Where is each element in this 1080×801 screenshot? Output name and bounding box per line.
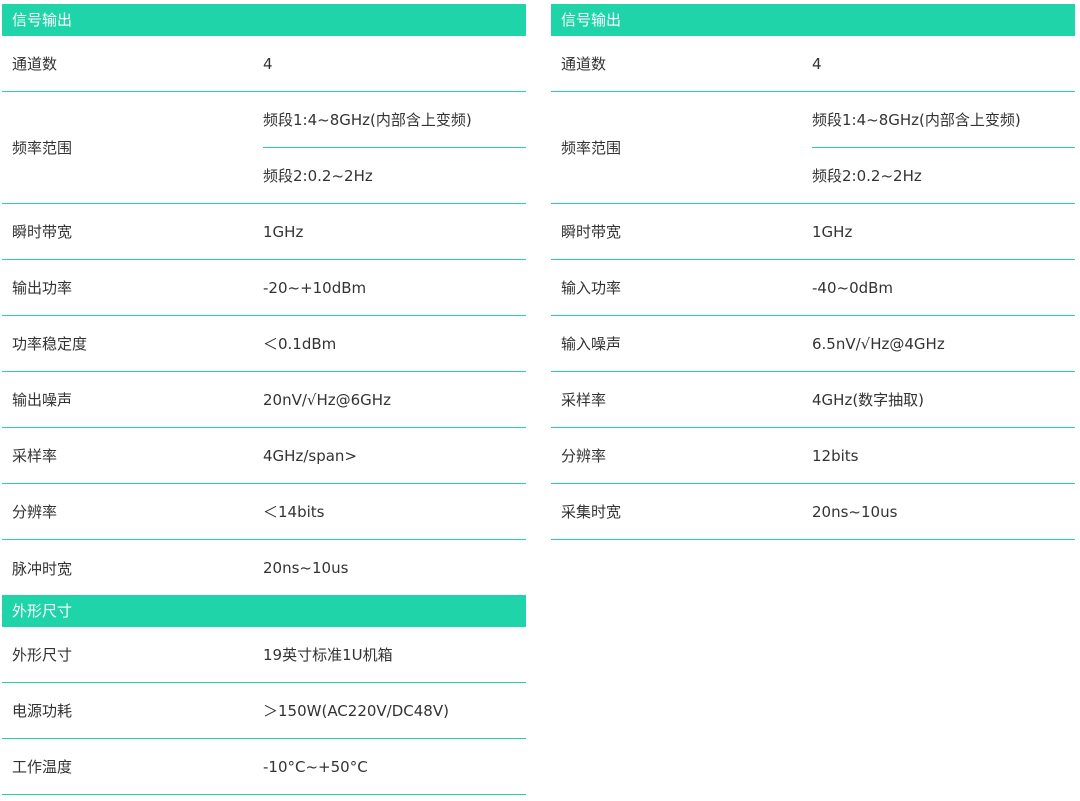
row-value: ＜14bits xyxy=(263,503,325,521)
row-value: 频段2:0.2~2Hz xyxy=(263,166,373,185)
row-label: 通道数 xyxy=(561,55,607,73)
row-value: 频段1:4~8GHz(内部含上变频) xyxy=(812,92,1075,148)
row-label: 瞬时带宽 xyxy=(12,223,73,241)
row-label: 电源功耗 xyxy=(12,702,73,720)
row-label: 分辨率 xyxy=(561,447,607,465)
section-header: 外形尺寸 xyxy=(2,595,526,627)
row-value: 20ns~10us xyxy=(263,559,349,577)
table-row: 采样率 4GHz(数字抽取) xyxy=(551,372,1075,428)
row-label: 频率范围 xyxy=(12,139,73,157)
row-label: 输入功率 xyxy=(561,279,622,297)
row-value-stack: 频段1:4~8GHz(内部含上变频) 频段2:0.2~2Hz xyxy=(812,92,1075,203)
row-value-stack: 频段1:4~8GHz(内部含上变频) 频段2:0.2~2Hz xyxy=(263,92,526,203)
table-row: 通道数 4 xyxy=(551,36,1075,92)
row-value: 频段1:4~8GHz(内部含上变频) xyxy=(263,92,526,148)
table-row: 瞬时带宽 1GHz xyxy=(2,204,526,260)
row-value: 频段2:0.2~2Hz xyxy=(812,166,922,185)
row-value: 4GHz(数字抽取) xyxy=(812,391,925,409)
signal-output-panel-right: 信号输出 通道数 4 频率范围 频段1:4~8GHz(内部含上变频) 频段2:0… xyxy=(551,4,1075,540)
row-label: 工作温度 xyxy=(12,758,73,776)
table-row: 分辨率 ＜14bits xyxy=(2,484,526,540)
row-label: 功率稳定度 xyxy=(12,335,88,353)
row-value: 1GHz xyxy=(263,222,304,241)
table-row: 外形尺寸 19英寸标准1U机箱 xyxy=(2,627,526,683)
table-row: 输出噪声 20nV/√Hz@6GHz xyxy=(2,372,526,428)
row-value: -40~0dBm xyxy=(812,278,894,297)
section-header: 信号输出 xyxy=(551,4,1075,36)
row-value: 12bits xyxy=(812,446,859,465)
table-row: 功率稳定度 ＜0.1dBm xyxy=(2,316,526,372)
signal-output-panel-left: 信号输出 通道数 4 频率范围 频段1:4~8GHz(内部含上变频) 频段2:0… xyxy=(2,4,526,596)
row-value: 6.5nV/√Hz@4GHz xyxy=(812,334,945,353)
table-row: 采集时宽 20ns~10us xyxy=(551,484,1075,540)
table-row: 频率范围 频段1:4~8GHz(内部含上变频) 频段2:0.2~2Hz xyxy=(2,92,526,204)
row-label: 采样率 xyxy=(12,447,58,465)
row-value: 1GHz xyxy=(812,222,853,241)
row-label: 采集时宽 xyxy=(561,503,622,521)
row-label: 输入噪声 xyxy=(561,335,622,353)
row-label: 脉冲时宽 xyxy=(12,559,73,578)
table-row: 分辨率 12bits xyxy=(551,428,1075,484)
table-row: 通道数 4 xyxy=(2,36,526,92)
table-row: 输出功率 -20~+10dBm xyxy=(2,260,526,316)
row-label: 输出功率 xyxy=(12,279,73,297)
table-row: 脉冲时宽 20ns~10us xyxy=(2,540,526,596)
table-row: 瞬时带宽 1GHz xyxy=(551,204,1075,260)
row-label: 采样率 xyxy=(561,391,607,409)
dimensions-panel: 外形尺寸 外形尺寸 19英寸标准1U机箱 电源功耗 ＞150W(AC220V/D… xyxy=(2,595,526,795)
row-value: 4GHz/span> xyxy=(263,446,357,465)
row-value: 4 xyxy=(812,54,822,73)
row-label: 瞬时带宽 xyxy=(561,223,622,241)
table-row: 采样率 4GHz/span> xyxy=(2,428,526,484)
row-value: 19英寸标准1U机箱 xyxy=(263,646,393,664)
row-label: 外形尺寸 xyxy=(12,646,73,664)
row-label: 频率范围 xyxy=(561,139,622,157)
table-row: 电源功耗 ＞150W(AC220V/DC48V) xyxy=(2,683,526,739)
row-value: -10°C~+50°C xyxy=(263,757,368,776)
row-label: 通道数 xyxy=(12,55,58,73)
row-label: 分辨率 xyxy=(12,503,58,521)
table-row: 频率范围 频段1:4~8GHz(内部含上变频) 频段2:0.2~2Hz xyxy=(551,92,1075,204)
row-value: 20nV/√Hz@6GHz xyxy=(263,390,391,409)
row-value: -20~+10dBm xyxy=(263,278,367,297)
row-value: ＞150W(AC220V/DC48V) xyxy=(263,702,449,720)
table-row: 输入功率 -40~0dBm xyxy=(551,260,1075,316)
row-value: 4 xyxy=(263,54,273,73)
section-header: 信号输出 xyxy=(2,4,526,36)
row-value: 20ns~10us xyxy=(812,502,898,521)
row-value: ＜0.1dBm xyxy=(263,335,337,353)
row-label: 输出噪声 xyxy=(12,391,73,409)
table-row: 工作温度 -10°C~+50°C xyxy=(2,739,526,795)
table-row: 输入噪声 6.5nV/√Hz@4GHz xyxy=(551,316,1075,372)
